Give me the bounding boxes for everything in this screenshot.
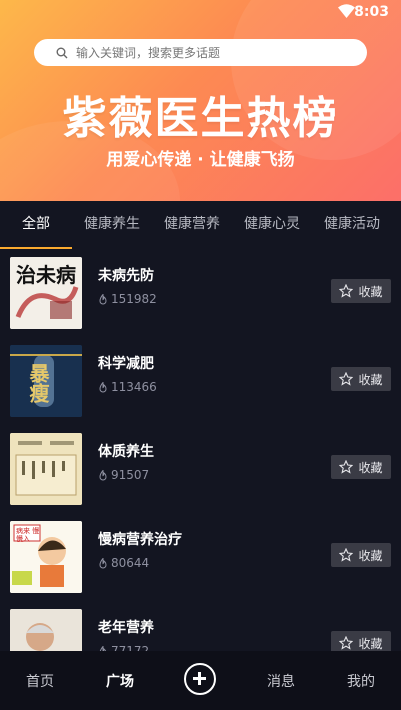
item-count-value: 80644: [111, 556, 150, 570]
list-item[interactable]: 暴瘦 科学减肥 113466 收藏: [0, 337, 401, 425]
search-input[interactable]: [76, 45, 336, 60]
tab-health-nutrition[interactable]: 健康营养: [152, 201, 232, 249]
search-icon: [56, 47, 68, 58]
item-count-value: 91507: [111, 468, 150, 482]
star-icon: [339, 636, 354, 650]
nav-messages[interactable]: 消息: [267, 671, 295, 691]
star-icon: [339, 460, 354, 474]
item-count: 151982: [98, 292, 157, 306]
item-title: 老年营养: [98, 620, 154, 636]
star-icon: [339, 284, 354, 298]
favorite-label: 收藏: [358, 460, 383, 475]
search-bar[interactable]: [34, 39, 367, 66]
favorite-label: 收藏: [358, 548, 383, 563]
nav-square[interactable]: 广场: [106, 671, 134, 691]
tab-health-mind[interactable]: 健康心灵: [232, 201, 312, 249]
nav-profile[interactable]: 我的: [347, 671, 375, 691]
topic-thumbnail: 治未病: [10, 257, 82, 329]
tab-health-activity[interactable]: 健康活动: [312, 201, 392, 249]
add-post-button[interactable]: [184, 663, 216, 695]
nav-home[interactable]: 首页: [26, 671, 54, 691]
topic-thumbnail: 暴瘦: [10, 345, 82, 417]
hero-subtitle: 用爱心传递 · 让健康飞扬: [106, 150, 295, 170]
item-count-value: 113466: [111, 380, 157, 394]
tab-all[interactable]: 全部: [0, 201, 72, 249]
favorite-button[interactable]: 收藏: [331, 543, 391, 567]
hero-banner: 8:03 紫薇医生热榜 用爱心传递 · 让健康飞扬: [0, 0, 401, 201]
item-title: 未病先防: [98, 268, 154, 284]
thumb-caption: 病来 慢慢入: [16, 527, 40, 543]
favorite-button[interactable]: 收藏: [331, 631, 391, 651]
fire-icon: [99, 381, 107, 392]
favorite-button[interactable]: 收藏: [331, 455, 391, 479]
list-item[interactable]: 体质养生 91507 收藏: [0, 425, 401, 513]
topic-list: 治未病 未病先防 151982 收藏 暴瘦 科学减肥 113466 收藏 体质养…: [0, 249, 401, 651]
list-item[interactable]: 治未病 未病先防 151982 收藏: [0, 249, 401, 337]
chart-paper-image: [10, 433, 82, 505]
fire-icon: [99, 557, 107, 568]
thumb-caption: 治未病: [16, 263, 76, 287]
item-count: 113466: [98, 380, 157, 394]
wifi-icon: [338, 4, 355, 18]
favorite-label: 收藏: [358, 372, 383, 387]
item-count: 80644: [98, 556, 149, 570]
hero-title: 紫薇医生热榜: [62, 93, 339, 144]
item-count-value: 77172: [111, 644, 150, 651]
favorite-button[interactable]: 收藏: [331, 367, 391, 391]
star-icon: [339, 548, 354, 562]
item-count-value: 151982: [111, 292, 157, 306]
topic-thumbnail: [10, 609, 82, 651]
item-title: 体质养生: [98, 444, 154, 460]
item-count: 77172: [98, 644, 149, 651]
topic-thumbnail: 病来 慢慢入: [10, 521, 82, 593]
category-tabs: 全部 健康养生 健康营养 健康心灵 健康活动: [0, 201, 401, 249]
list-item[interactable]: 病来 慢慢入 慢病营养治疗 80644 收藏: [0, 513, 401, 601]
status-time: 8:03: [354, 4, 389, 20]
favorite-label: 收藏: [358, 636, 383, 651]
item-count: 91507: [98, 468, 149, 482]
topic-thumbnail: [10, 433, 82, 505]
bottom-navigation: 首页 广场 消息 我的: [0, 651, 401, 710]
star-icon: [339, 372, 354, 386]
favorite-button[interactable]: 收藏: [331, 279, 391, 303]
favorite-label: 收藏: [358, 284, 383, 299]
item-title: 科学减肥: [98, 356, 154, 372]
list-item[interactable]: 老年营养 77172 收藏: [0, 601, 401, 651]
item-title: 慢病营养治疗: [98, 532, 182, 548]
thumb-caption: 暴瘦: [26, 363, 50, 403]
elderly-photo-image: [10, 609, 82, 651]
fire-icon: [99, 293, 107, 304]
tab-health-preservation[interactable]: 健康养生: [72, 201, 152, 249]
fire-icon: [99, 469, 107, 480]
